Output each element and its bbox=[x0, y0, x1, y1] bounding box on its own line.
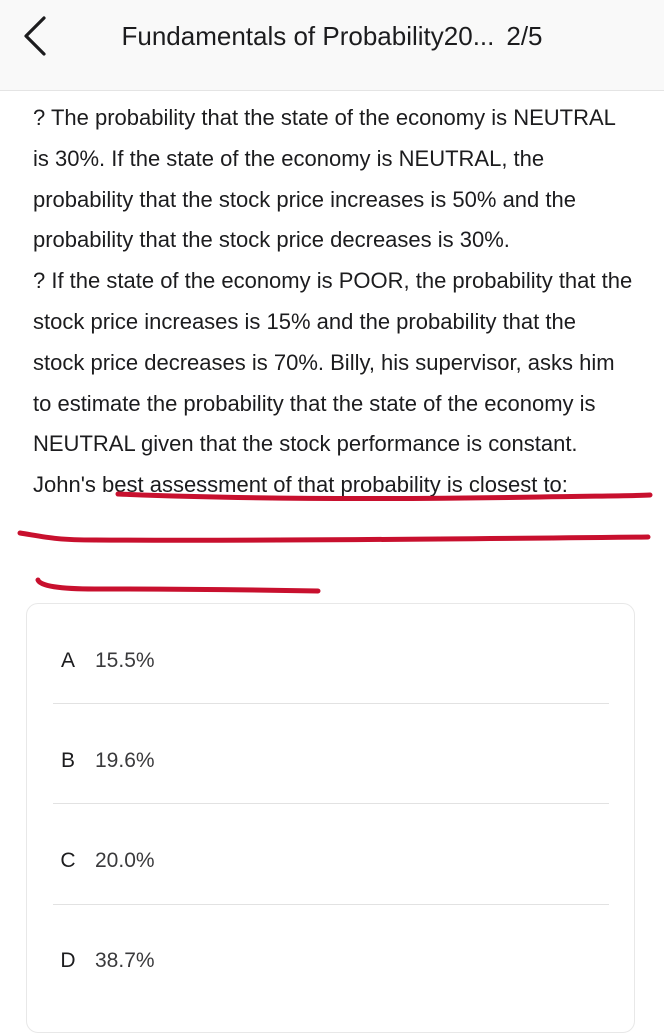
page-title: Fundamentals of Probability20... 2/5 bbox=[70, 18, 594, 54]
question-paragraph-2: ? If the state of the economy is POOR, t… bbox=[33, 268, 633, 498]
header-bar: Fundamentals of Probability20... 2/5 bbox=[0, 0, 664, 91]
option-divider bbox=[53, 904, 609, 905]
chevron-left-icon bbox=[24, 16, 46, 56]
question-paragraph-1: ? The probability that the state of the … bbox=[33, 105, 616, 253]
option-letter: D bbox=[60, 949, 76, 972]
option-divider bbox=[53, 703, 609, 704]
option-c[interactable]: C 20.0% bbox=[53, 810, 609, 910]
option-a[interactable]: A 15.5% bbox=[53, 610, 609, 710]
option-value: 15.5% bbox=[95, 649, 155, 672]
option-value: 19.6% bbox=[95, 749, 155, 772]
underline-mark-2 bbox=[17, 530, 651, 543]
option-divider bbox=[53, 803, 609, 804]
option-letter: B bbox=[60, 749, 75, 772]
quiz-title: Fundamentals of Probability20... bbox=[121, 21, 495, 51]
option-value: 20.0% bbox=[95, 849, 155, 872]
option-value: 38.7% bbox=[95, 949, 155, 972]
option-b[interactable]: B 19.6% bbox=[53, 710, 609, 810]
option-letter: A bbox=[60, 649, 75, 672]
question-progress: 2/5 bbox=[506, 21, 543, 51]
answer-options-card: A 15.5% B 19.6% C 20.0% D 38.7% bbox=[26, 603, 635, 1033]
underline-mark-3 bbox=[35, 577, 321, 594]
question-text: ? The probability that the state of the … bbox=[33, 98, 633, 506]
option-d[interactable]: D 38.7% bbox=[53, 910, 609, 1010]
back-button[interactable] bbox=[18, 14, 58, 58]
option-letter: C bbox=[60, 849, 76, 872]
